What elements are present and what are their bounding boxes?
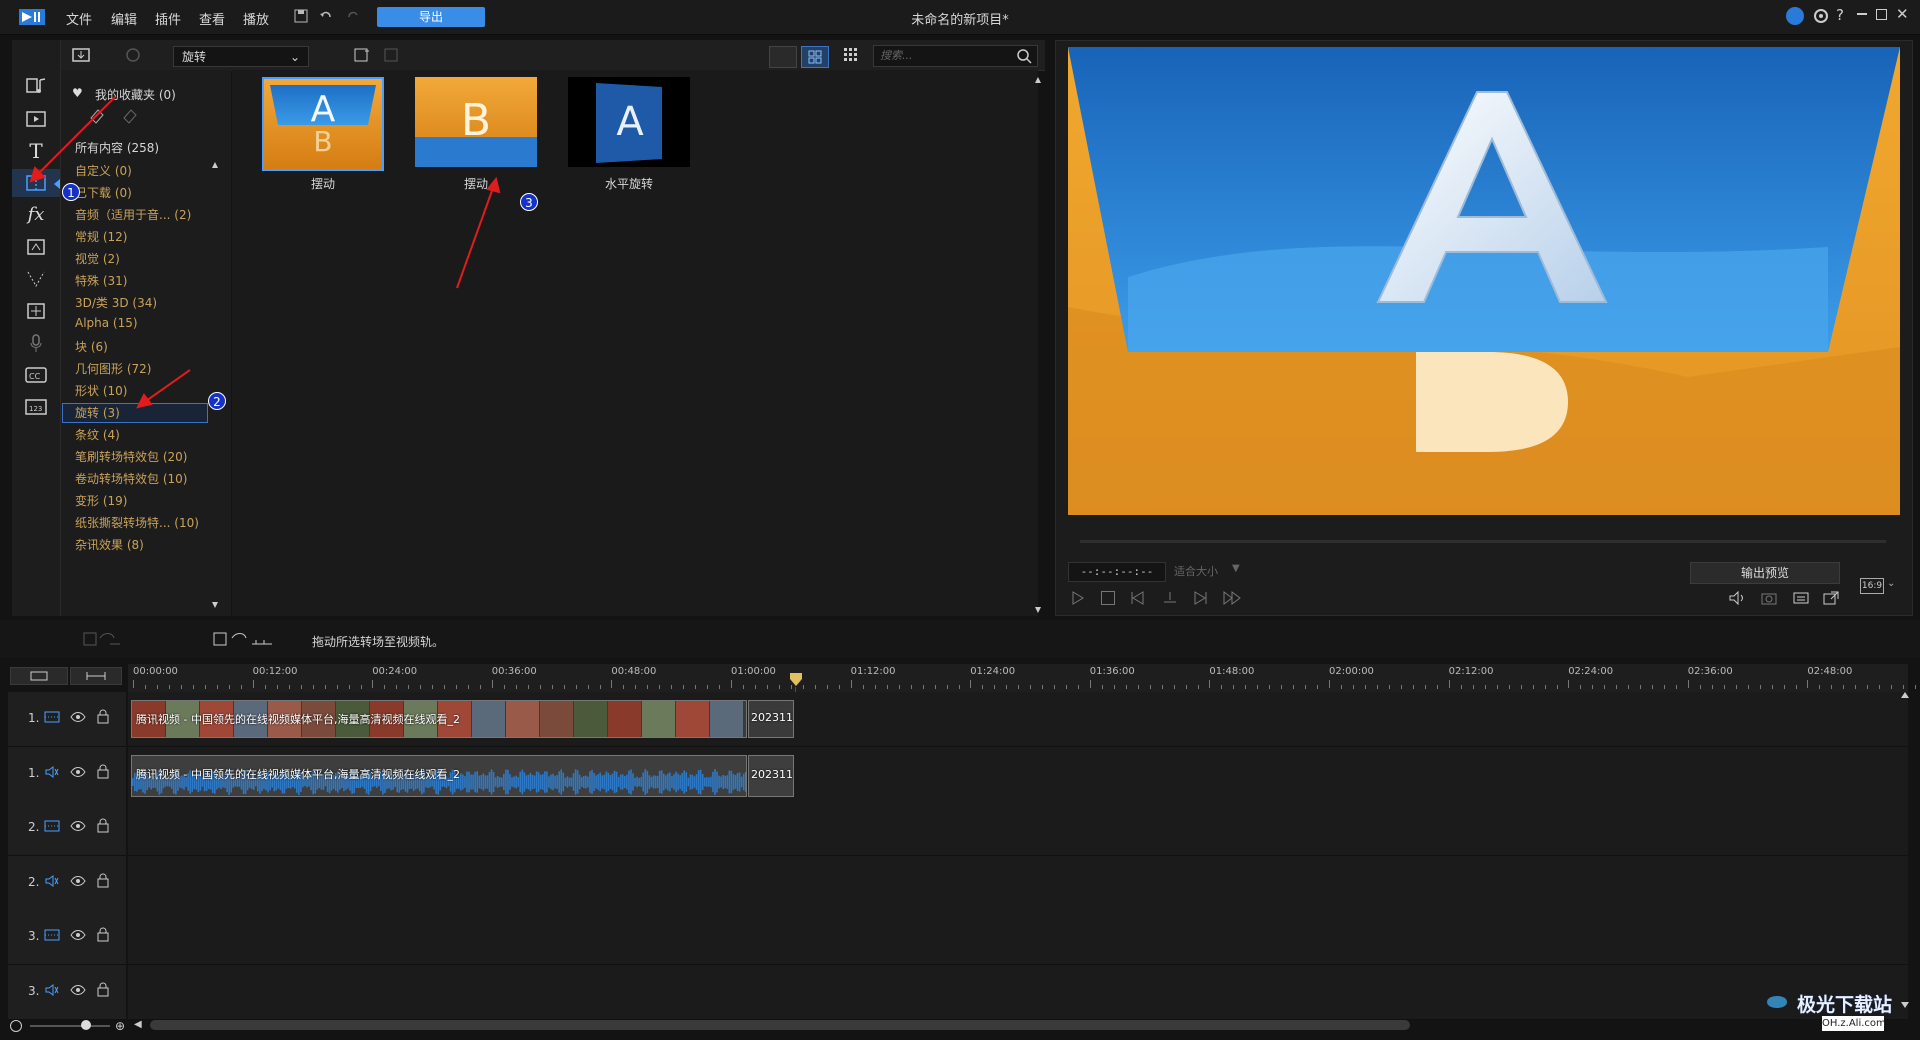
annotation-marker-3: 3	[520, 193, 538, 211]
watermark-logo-icon	[1763, 988, 1791, 1016]
watermark-text: 极光下载站	[1797, 994, 1893, 1016]
annotation-arrows-icon	[29, 96, 501, 409]
annotation-marker-1: 1	[62, 183, 80, 201]
annotation-marker-2: 2	[208, 392, 226, 410]
watermark-subtext: OH.z.Ali.com	[1822, 1016, 1886, 1031]
